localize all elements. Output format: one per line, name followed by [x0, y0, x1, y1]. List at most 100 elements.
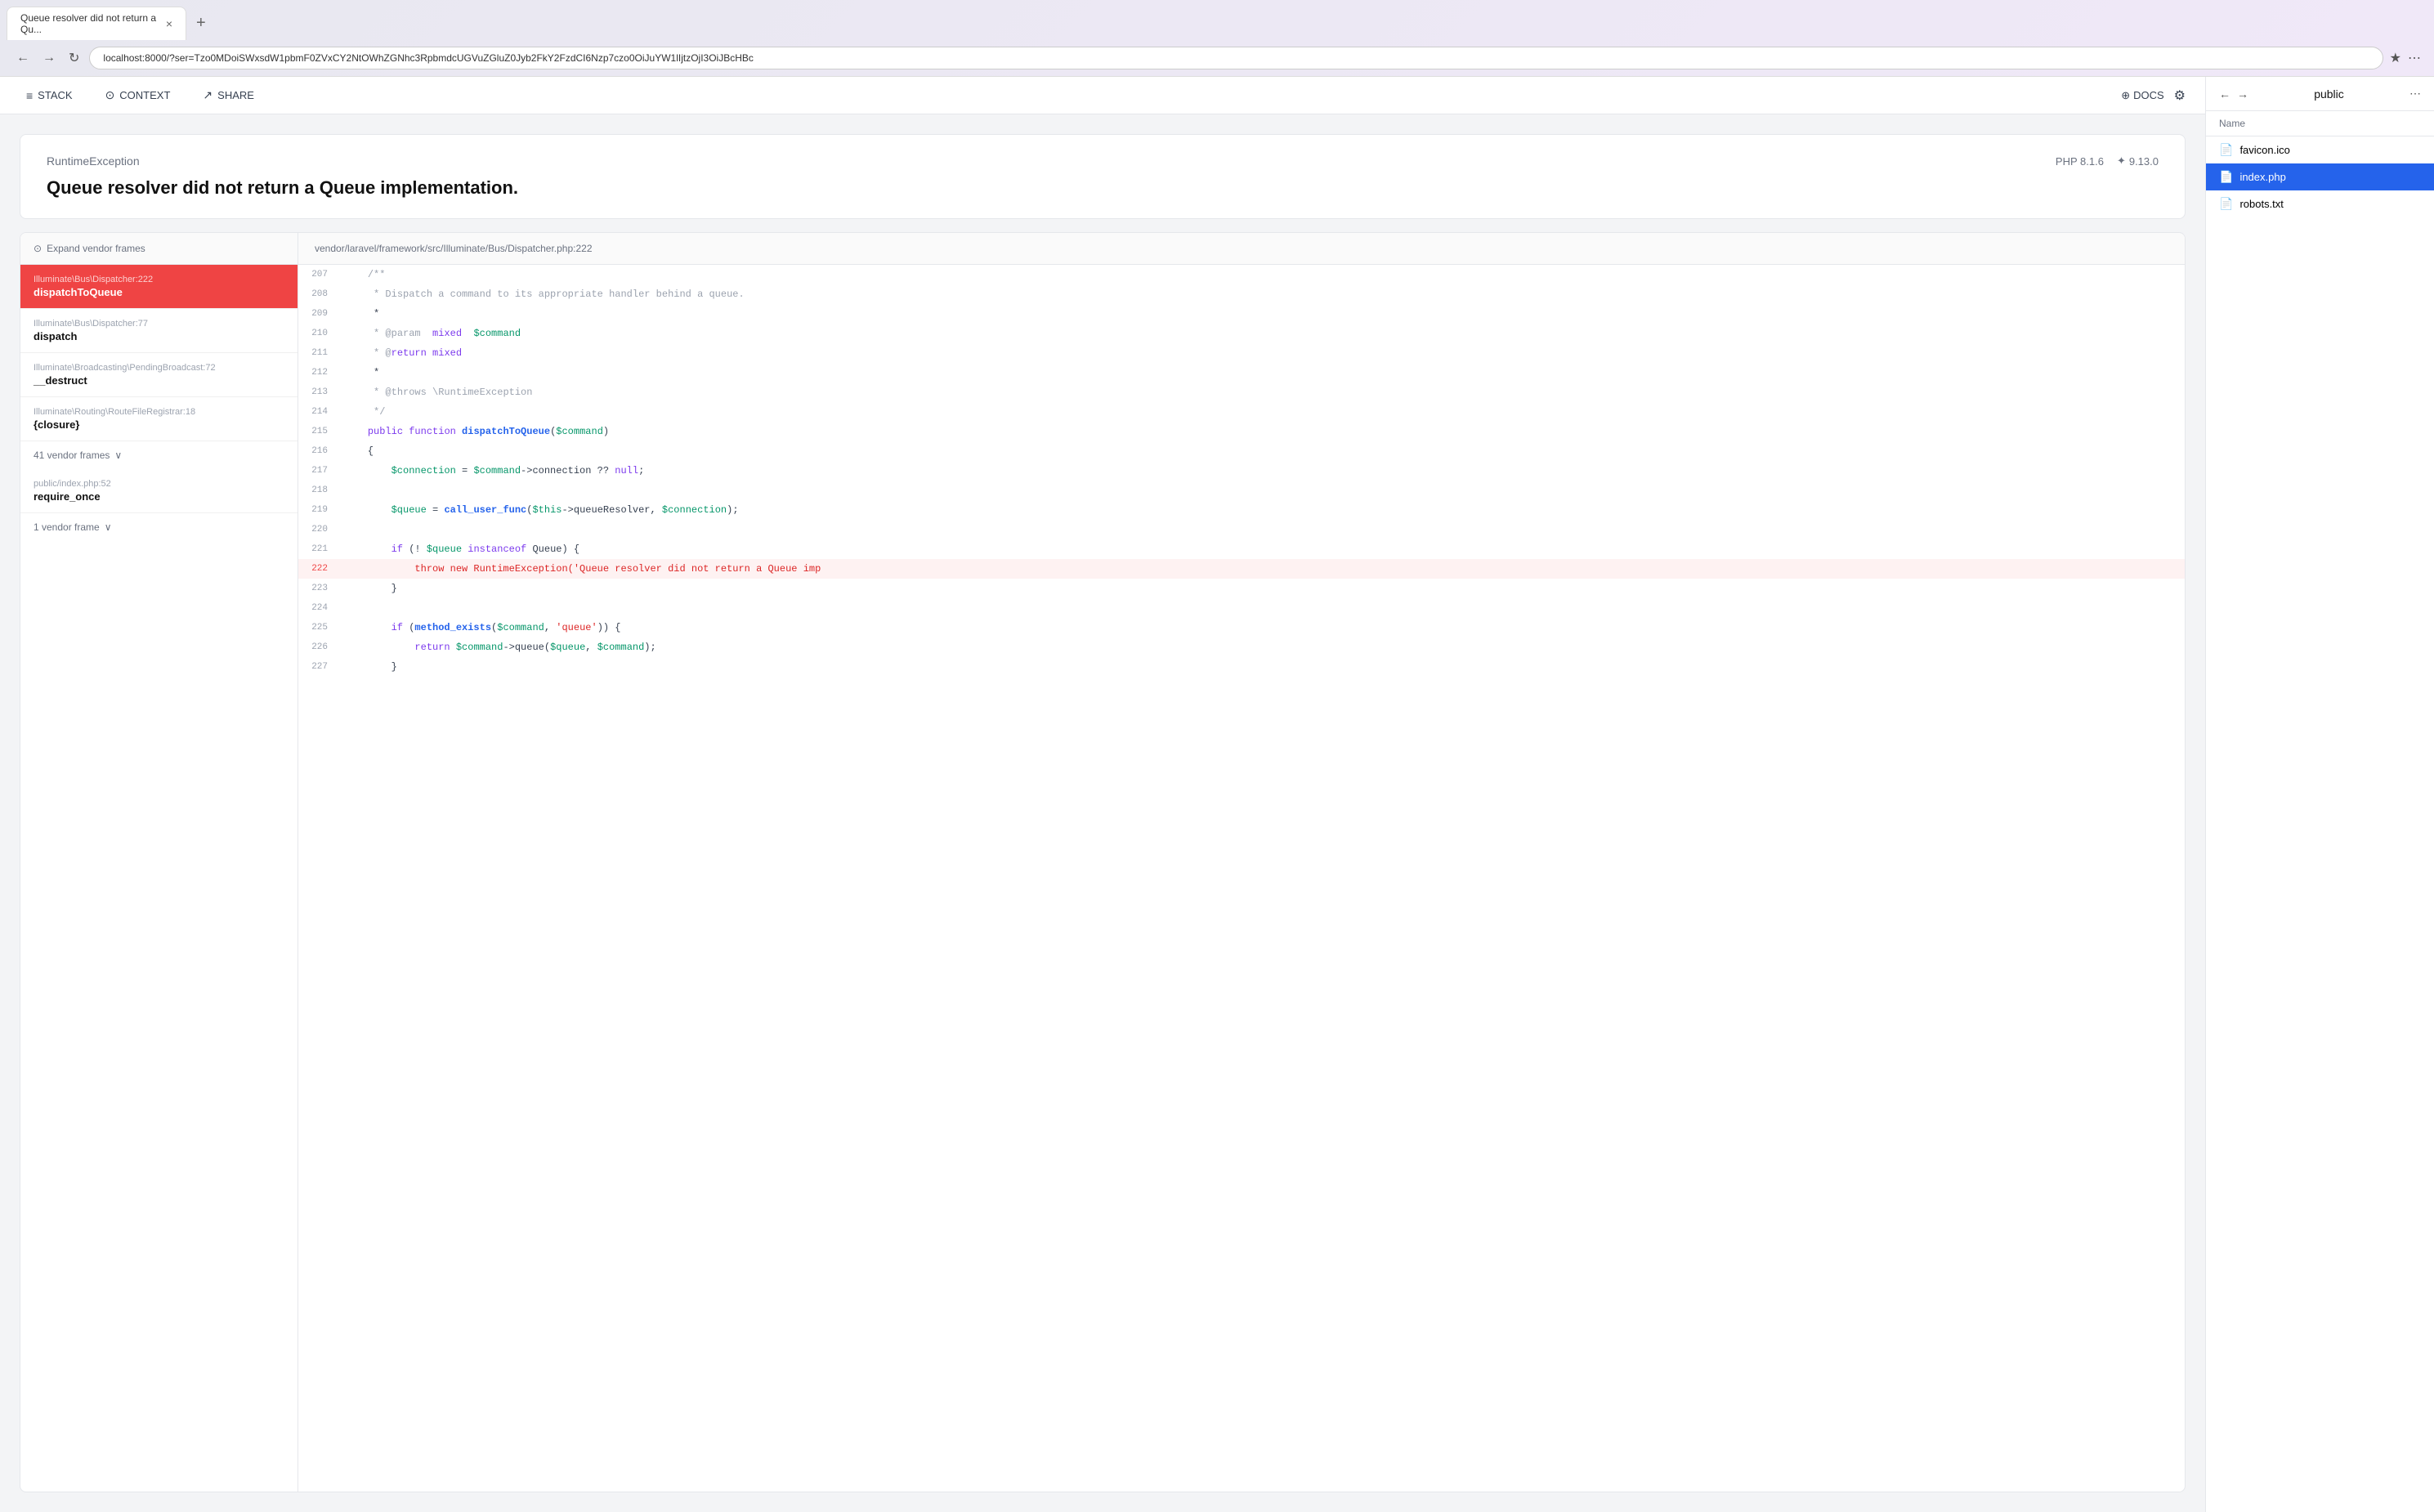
- fb-expand-button[interactable]: ⋯: [2409, 87, 2421, 101]
- new-tab-button[interactable]: +: [190, 11, 213, 36]
- context-button[interactable]: ⊙ CONTEXT: [99, 85, 177, 105]
- stack-frame-1[interactable]: Illuminate\Bus\Dispatcher:77 dispatch: [20, 309, 298, 353]
- line-code: */: [338, 402, 391, 422]
- stack-button[interactable]: ≡ STACK: [20, 86, 79, 105]
- vendor-expand-icon: ∨: [114, 450, 122, 461]
- code-line-212: 212 *: [298, 363, 2185, 382]
- file-item[interactable]: 📄favicon.ico: [2206, 136, 2434, 163]
- code-line-224: 224: [298, 598, 2185, 618]
- line-code: throw new RuntimeException('Queue resolv…: [338, 559, 827, 579]
- code-line-227: 227 }: [298, 657, 2185, 677]
- tab-bar: Queue resolver did not return a Qu... × …: [0, 0, 2434, 40]
- fb-forward-button[interactable]: →: [2237, 87, 2248, 101]
- frame-method-4: require_once: [34, 490, 284, 503]
- stack-code-area: ⊙ Expand vendor frames Illuminate\Bus\Di…: [20, 232, 2186, 1492]
- line-number: 226: [298, 637, 338, 657]
- share-label: SHARE: [217, 89, 254, 101]
- docs-button[interactable]: ⊕ DOCS: [2121, 89, 2163, 102]
- line-number: 212: [298, 363, 338, 382]
- code-line-216: 216 {: [298, 441, 2185, 461]
- line-number: 208: [298, 284, 338, 304]
- expand-vendor-label: Expand vendor frames: [47, 243, 145, 254]
- code-line-219: 219 $queue = call_user_func($this->queue…: [298, 500, 2185, 520]
- frame-method-0: dispatchToQueue: [34, 286, 284, 298]
- line-code: * Dispatch a command to its appropriate …: [338, 284, 751, 304]
- code-area[interactable]: 207 /**208 * Dispatch a command to its a…: [298, 265, 2185, 1492]
- line-number: 219: [298, 500, 338, 520]
- line-code: *: [338, 304, 386, 324]
- line-number: 216: [298, 441, 338, 461]
- code-panel: vendor/laravel/framework/src/Illuminate/…: [298, 233, 2185, 1492]
- reload-button[interactable]: ↻: [65, 47, 83, 69]
- error-header: RuntimeException PHP 8.1.6 ✦ 9.13.0 Queu…: [20, 134, 2186, 219]
- settings-button[interactable]: ⚙: [2174, 87, 2186, 104]
- code-line-220: 220: [298, 520, 2185, 539]
- file-list: 📄favicon.ico📄index.php📄robots.txt: [2206, 136, 2434, 1512]
- line-number: 220: [298, 520, 338, 539]
- frame-path-0: Illuminate\Bus\Dispatcher:222: [34, 275, 284, 284]
- exception-meta: PHP 8.1.6 ✦ 9.13.0: [2056, 154, 2159, 168]
- code-line-223: 223 }: [298, 579, 2185, 598]
- stack-frame-0[interactable]: Illuminate\Bus\Dispatcher:222 dispatchTo…: [20, 265, 298, 309]
- stack-label: STACK: [38, 89, 72, 101]
- docs-icon: ⊕: [2121, 89, 2130, 102]
- file-type-icon: 📄: [2219, 197, 2233, 211]
- file-item[interactable]: 📄robots.txt: [2206, 190, 2434, 217]
- vendor-count-1[interactable]: 1 vendor frame ∨: [20, 513, 298, 541]
- stack-frame-4[interactable]: public/index.php:52 require_once: [20, 469, 298, 513]
- line-number: 223: [298, 579, 338, 598]
- forward-button[interactable]: →: [39, 47, 59, 69]
- line-number: 224: [298, 598, 338, 618]
- bookmark-icon[interactable]: ★: [2390, 50, 2401, 66]
- line-code: * @return mixed: [338, 343, 468, 363]
- line-number: 211: [298, 343, 338, 363]
- line-code: $connection = $command->connection ?? nu…: [338, 461, 651, 481]
- vendor-count-label: 41 vendor frames: [34, 450, 110, 461]
- code-line-217: 217 $connection = $command->connection ?…: [298, 461, 2185, 481]
- line-code: * @param mixed $command: [338, 324, 527, 343]
- line-code: $queue = call_user_func($this->queueReso…: [338, 500, 745, 520]
- vendor-expand-1-icon: ∨: [105, 521, 112, 533]
- code-line-225: 225 if (method_exists($command, 'queue')…: [298, 618, 2185, 637]
- active-tab[interactable]: Queue resolver did not return a Qu... ×: [7, 7, 186, 40]
- file-browser: ← → public ⋯ Name 📄favicon.ico📄index.php…: [2205, 77, 2434, 1512]
- line-number: 215: [298, 422, 338, 441]
- toolbar-right: ⊕ DOCS ⚙: [2121, 87, 2186, 104]
- file-item[interactable]: 📄index.php: [2206, 163, 2434, 190]
- code-line-218: 218: [298, 481, 2185, 500]
- code-line-215: 215 public function dispatchToQueue($com…: [298, 422, 2185, 441]
- expand-vendor-button[interactable]: ⊙ Expand vendor frames: [20, 233, 298, 265]
- frame-method-2: __destruct: [34, 374, 284, 387]
- line-number: 217: [298, 461, 338, 481]
- file-list-name-header: Name: [2219, 118, 2245, 129]
- code-line-213: 213 * @throws \RuntimeException: [298, 382, 2185, 402]
- code-line-207: 207 /**: [298, 265, 2185, 284]
- line-number: 218: [298, 481, 338, 500]
- line-number: 222: [298, 559, 338, 579]
- context-icon: ⊙: [105, 88, 115, 102]
- stack-frame-3[interactable]: Illuminate\Routing\RouteFileRegistrar:18…: [20, 397, 298, 441]
- file-type-icon: 📄: [2219, 170, 2233, 184]
- line-code: public function dispatchToQueue($command…: [338, 422, 615, 441]
- vendor-count-1-label: 1 vendor frame: [34, 521, 100, 533]
- line-number: 221: [298, 539, 338, 559]
- stack-frame-2[interactable]: Illuminate\Broadcasting\PendingBroadcast…: [20, 353, 298, 397]
- frame-path-3: Illuminate\Routing\RouteFileRegistrar:18: [34, 407, 284, 417]
- share-icon: ↗: [203, 88, 213, 102]
- file-name: favicon.ico: [2239, 144, 2421, 156]
- url-input[interactable]: [89, 47, 2383, 69]
- frame-path-2: Illuminate\Broadcasting\PendingBroadcast…: [34, 363, 284, 373]
- code-line-210: 210 * @param mixed $command: [298, 324, 2185, 343]
- fb-back-button[interactable]: ←: [2219, 87, 2230, 101]
- code-file-path: vendor/laravel/framework/src/Illuminate/…: [298, 233, 2185, 265]
- fb-title: public: [2255, 87, 2403, 101]
- share-button[interactable]: ↗ SHARE: [196, 85, 261, 105]
- line-code: [338, 598, 356, 618]
- vendor-count-41[interactable]: 41 vendor frames ∨: [20, 441, 298, 469]
- expand-vendor-icon: ⊙: [34, 243, 42, 254]
- exception-type: RuntimeException: [47, 154, 140, 168]
- back-button[interactable]: ←: [13, 47, 33, 69]
- menu-icon[interactable]: ⋯: [2408, 50, 2421, 66]
- tab-close-button[interactable]: ×: [166, 17, 172, 30]
- browser-chrome: Queue resolver did not return a Qu... × …: [0, 0, 2434, 77]
